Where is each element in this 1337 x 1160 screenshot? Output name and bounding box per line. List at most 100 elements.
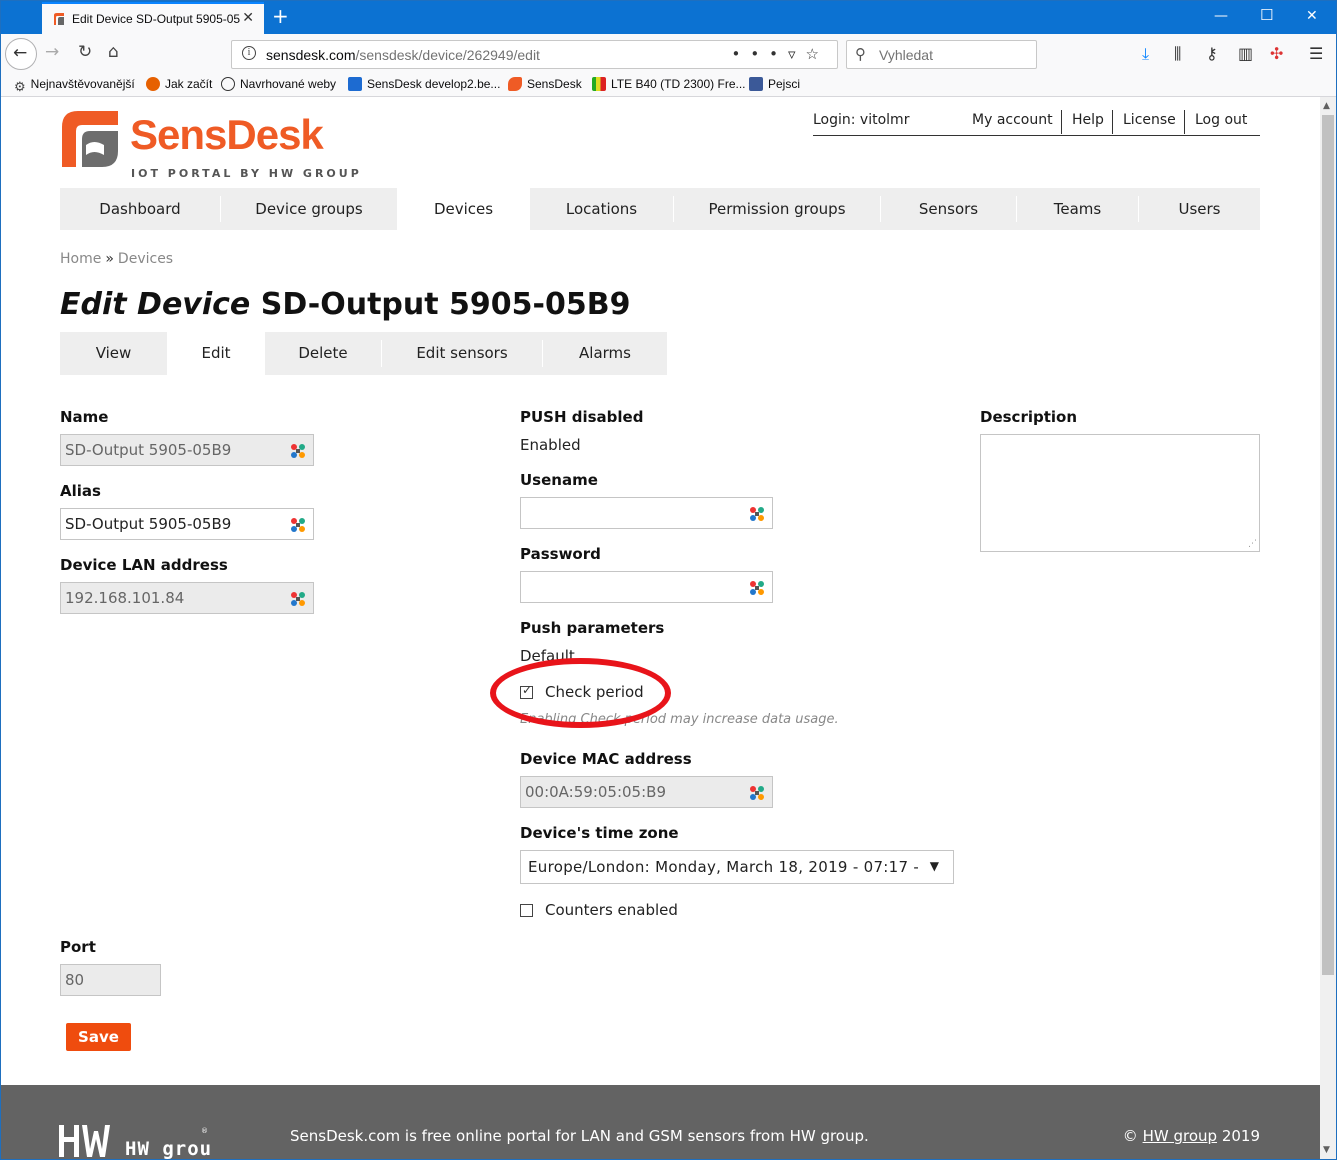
url-bar[interactable]: i sensdesk.com/sensdesk/device/262949/ed…: [231, 40, 838, 69]
password-manager-icon[interactable]: [749, 506, 765, 522]
tab-edit[interactable]: Edit: [167, 332, 265, 375]
my-account-link[interactable]: My account: [972, 112, 1053, 128]
bookmark-item[interactable]: Pejsci: [749, 77, 800, 91]
bookmark-item[interactable]: SensDesk: [508, 77, 582, 91]
port-field[interactable]: 80: [60, 964, 161, 996]
check-period-checkbox[interactable]: ✓: [520, 683, 533, 699]
footer-copyright: © HW group 2019: [1123, 1127, 1260, 1145]
breadcrumb-devices[interactable]: Devices: [118, 251, 173, 267]
page-scrollbar[interactable]: ▲ ▼: [1320, 97, 1336, 1159]
nav-locations[interactable]: Locations: [530, 188, 673, 230]
chevron-down-icon: ▼: [929, 859, 939, 873]
library-icon[interactable]: ⫼: [1174, 44, 1181, 64]
push-value: Enabled: [520, 436, 581, 454]
search-placeholder: Vyhledat: [879, 47, 933, 63]
timezone-label: Device's time zone: [520, 824, 679, 842]
search-bar[interactable]: ⚲ Vyhledat: [846, 40, 1037, 69]
push-params-label: Push parameters: [520, 619, 665, 637]
bookmark-item[interactable]: Navrhované weby: [221, 77, 336, 91]
name-field[interactable]: SD-Output 5905-05B9: [60, 434, 314, 466]
nav-sensors[interactable]: Sensors: [881, 188, 1016, 230]
tab-close-icon[interactable]: ✕: [242, 10, 254, 26]
scrollbar-thumb[interactable]: [1322, 115, 1334, 975]
reload-icon[interactable]: ↻: [78, 42, 92, 62]
bookmark-item[interactable]: ⚙ Nejnavštěvovanější: [14, 77, 135, 94]
extension-icon[interactable]: ✣: [1270, 44, 1283, 63]
resize-grip-icon[interactable]: ⋰: [1248, 539, 1257, 549]
license-link[interactable]: License: [1123, 112, 1176, 128]
forward-icon[interactable]: →: [45, 42, 59, 62]
save-button[interactable]: Save: [66, 1023, 131, 1051]
scroll-up-icon[interactable]: ▲: [1323, 101, 1330, 111]
device-tabs: View Edit Delete Edit sensors Alarms: [60, 332, 667, 375]
login-label: Login: vitolmr: [813, 112, 910, 128]
url-text[interactable]: sensdesk.com/sensdesk/device/262949/edit: [266, 47, 540, 63]
site-info-icon[interactable]: i: [242, 46, 256, 60]
divider: [1112, 110, 1113, 134]
tab-edit-sensors[interactable]: Edit sensors: [382, 332, 542, 375]
alias-field[interactable]: SD-Output 5905-05B9: [60, 508, 314, 540]
bookmark-item[interactable]: SensDesk develop2.be...: [348, 77, 500, 91]
menu-icon[interactable]: ☰: [1309, 44, 1323, 63]
bookmark-star-icon[interactable]: ☆: [806, 45, 829, 63]
bookmark-item[interactable]: Jak začít: [146, 77, 212, 91]
nav-permission-groups[interactable]: Permission groups: [674, 188, 880, 230]
alias-label: Alias: [60, 482, 101, 500]
logout-link[interactable]: Log out: [1195, 112, 1247, 128]
password-manager-icon[interactable]: [290, 443, 306, 459]
pocket-icon[interactable]: ▿: [788, 45, 806, 63]
password-label: Password: [520, 545, 601, 563]
back-arrow-icon: ←: [13, 43, 28, 63]
hw-logo-text: HW group: [125, 1138, 211, 1160]
counters-label[interactable]: Counters enabled: [545, 901, 678, 919]
description-field[interactable]: ⋰: [980, 434, 1260, 552]
nav-device-groups[interactable]: Device groups: [221, 188, 397, 230]
lan-address-value: 192.168.101.84: [65, 589, 185, 607]
maximize-icon[interactable]: ☐: [1260, 6, 1273, 24]
doc-icon: [348, 77, 362, 91]
home-icon[interactable]: ⌂: [108, 42, 119, 62]
hw-group-link[interactable]: HW group: [1143, 1127, 1217, 1145]
name-label: Name: [60, 408, 109, 426]
firefox-icon: [146, 77, 160, 91]
main-nav: Dashboard Device groups Devices Location…: [60, 188, 1260, 230]
browser-tab[interactable]: Edit Device SD-Output 5905-05B9 ✕: [42, 2, 264, 34]
registered-mark-icon: ®: [201, 1127, 208, 1135]
check-period-label[interactable]: Check period: [545, 683, 644, 701]
key-icon[interactable]: ⚷: [1206, 44, 1218, 63]
scroll-down-icon[interactable]: ▼: [1323, 1145, 1330, 1155]
nav-users[interactable]: Users: [1139, 188, 1260, 230]
password-manager-icon[interactable]: [290, 591, 306, 607]
logo-name: SensDesk: [130, 111, 324, 158]
timezone-select[interactable]: Europe/London: Monday, March 18, 2019 - …: [520, 850, 954, 884]
back-button[interactable]: ←: [5, 38, 37, 70]
password-manager-icon[interactable]: [749, 785, 765, 801]
help-link[interactable]: Help: [1072, 112, 1104, 128]
nav-teams[interactable]: Teams: [1017, 188, 1138, 230]
tab-alarms[interactable]: Alarms: [543, 332, 667, 375]
new-tab-icon[interactable]: +: [272, 5, 289, 27]
counters-checkbox[interactable]: [520, 904, 533, 917]
page-title-prefix: Edit Device: [60, 287, 251, 322]
facebook-icon: [749, 77, 763, 91]
password-field[interactable]: [520, 571, 773, 603]
download-icon[interactable]: ⤓: [1142, 44, 1149, 64]
url-actions[interactable]: •••▿☆: [731, 45, 829, 63]
page-actions-icon[interactable]: •••: [731, 45, 788, 63]
checkmark-icon: ✓: [522, 683, 533, 697]
password-manager-icon[interactable]: [290, 517, 306, 533]
tab-view[interactable]: View: [60, 332, 167, 375]
nav-devices[interactable]: Devices: [397, 188, 530, 230]
sidebar-icon[interactable]: ▥: [1238, 44, 1253, 63]
breadcrumb-home[interactable]: Home: [60, 251, 101, 267]
minimize-icon[interactable]: —: [1214, 8, 1228, 24]
username-field[interactable]: [520, 497, 773, 529]
lan-address-field[interactable]: 192.168.101.84: [60, 582, 314, 614]
password-manager-icon[interactable]: [749, 580, 765, 596]
window-close-icon[interactable]: ✕: [1306, 8, 1318, 24]
nav-dashboard[interactable]: Dashboard: [60, 188, 220, 230]
tab-delete[interactable]: Delete: [265, 332, 381, 375]
mac-field[interactable]: 00:0A:59:05:05:B9: [520, 776, 773, 808]
bookmark-item[interactable]: LTE B40 (TD 2300) Fre...: [592, 77, 746, 91]
footer: HW group ® SensDesk.com is free online p…: [1, 1085, 1320, 1160]
